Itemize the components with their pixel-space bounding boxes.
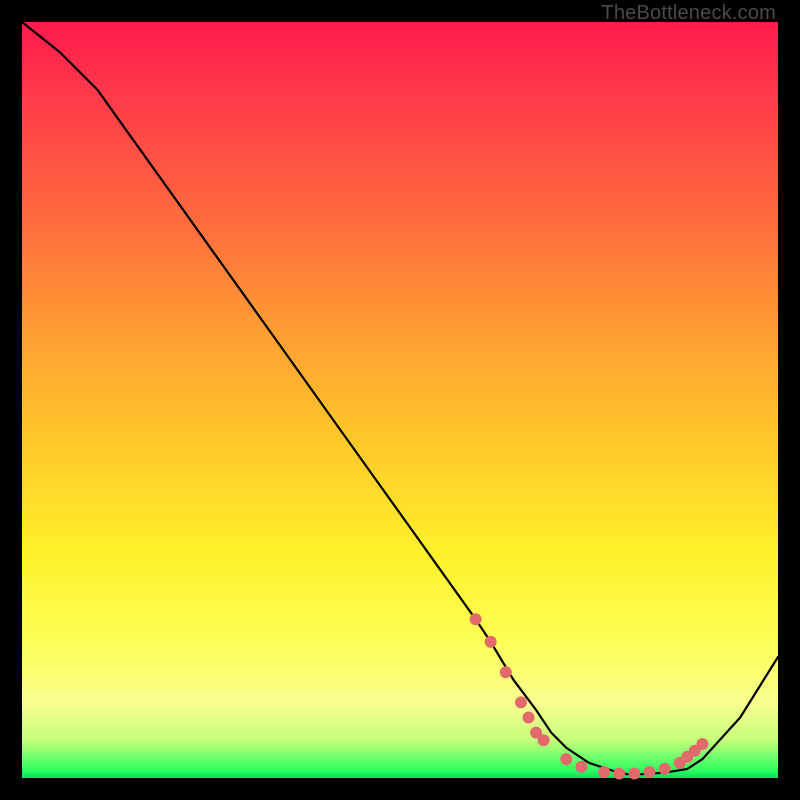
curve-marker — [613, 768, 625, 780]
curve-marker — [538, 734, 550, 746]
curve-marker — [515, 696, 527, 708]
curve-marker — [696, 738, 708, 750]
curve-markers — [470, 613, 709, 779]
attribution-label: TheBottleneck.com — [601, 2, 776, 25]
curve-marker — [523, 712, 535, 724]
curve-marker — [644, 766, 656, 778]
plot-area — [22, 22, 778, 778]
bottleneck-curve-line — [22, 22, 778, 774]
curve-marker — [598, 766, 610, 778]
curve-marker — [470, 613, 482, 625]
curve-marker — [575, 761, 587, 773]
chart-svg — [22, 22, 778, 778]
curve-marker — [628, 768, 640, 780]
curve-marker — [659, 763, 671, 775]
chart-frame: TheBottleneck.com — [0, 0, 800, 800]
curve-marker — [485, 636, 497, 648]
curve-marker — [560, 753, 572, 765]
curve-marker — [500, 666, 512, 678]
